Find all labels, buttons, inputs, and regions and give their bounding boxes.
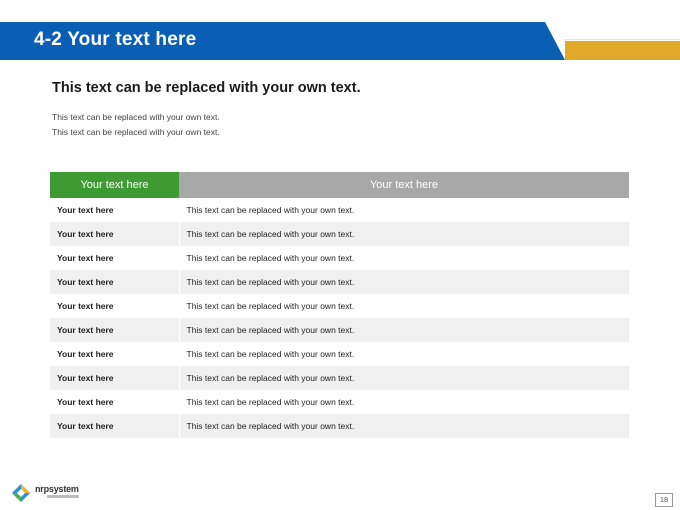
content-table: Your text here Your text here Your text … [50, 172, 629, 438]
table-row: Your text here This text can be replaced… [50, 342, 629, 366]
top-rule-line [565, 39, 680, 40]
table-cell-label: Your text here [50, 294, 180, 318]
table-cell-value: This text can be replaced with your own … [186, 301, 355, 311]
slide-subtitle: This text can be replaced with your own … [52, 80, 361, 96]
table-cell-value: This text can be replaced with your own … [179, 270, 629, 294]
table-row: Your text here This text can be replaced… [50, 294, 629, 318]
gold-accent-block [565, 41, 680, 60]
table-cell-label: Your text here [50, 246, 180, 270]
table-cell-label: Your text here [50, 222, 180, 246]
table-header-cell: Your text here [179, 172, 629, 198]
nrpsystem-logo: nrpsystem [11, 483, 111, 503]
table-row: Your text here This text can be replaced… [50, 270, 629, 294]
table-cell-value: This text can be replaced with your own … [179, 222, 629, 246]
table-header-row: Your text here Your text here [50, 172, 629, 198]
table-cell-value: This text can be replaced with your own … [179, 318, 629, 342]
table-cell-label: Your text here [50, 198, 180, 222]
page-number: 18 [655, 493, 673, 507]
nrpsystem-logo-icon [12, 484, 30, 502]
table-cell-label: Your text here [50, 270, 180, 294]
body-text-line: This text can be replaced with your own … [52, 112, 220, 122]
logo-wordmark: nrpsystem [35, 484, 79, 494]
table-row: Your text here This text can be replaced… [50, 246, 629, 270]
table-cell-value: This text can be replaced with your own … [186, 397, 355, 407]
table-row: Your text here This text can be replaced… [50, 318, 629, 342]
slide-title: 4-2 Your text here [34, 29, 197, 50]
table-row: Your text here This text can be replaced… [50, 366, 629, 390]
table-cell-value: This text can be replaced with your own … [186, 253, 355, 263]
table-header-cell: Your text here [50, 172, 179, 198]
body-text-line: This text can be replaced with your own … [52, 127, 220, 137]
table-row: Your text here This text can be replaced… [50, 414, 629, 438]
table-row: Your text here This text can be replaced… [50, 222, 629, 246]
table-cell-label: Your text here [50, 366, 180, 390]
table-cell-label: Your text here [50, 390, 180, 414]
logo-tagline-bar [47, 495, 79, 498]
table-cell-value: This text can be replaced with your own … [186, 205, 355, 215]
table-cell-value: This text can be replaced with your own … [186, 349, 355, 359]
table-cell-label: Your text here [50, 318, 180, 342]
table-cell-value: This text can be replaced with your own … [179, 366, 629, 390]
table-cell-label: Your text here [50, 414, 180, 438]
table-cell-value: This text can be replaced with your own … [179, 414, 629, 438]
table-cell-label: Your text here [50, 342, 180, 366]
table-row: Your text here This text can be replaced… [50, 390, 629, 414]
table-row: Your text here This text can be replaced… [50, 198, 629, 222]
